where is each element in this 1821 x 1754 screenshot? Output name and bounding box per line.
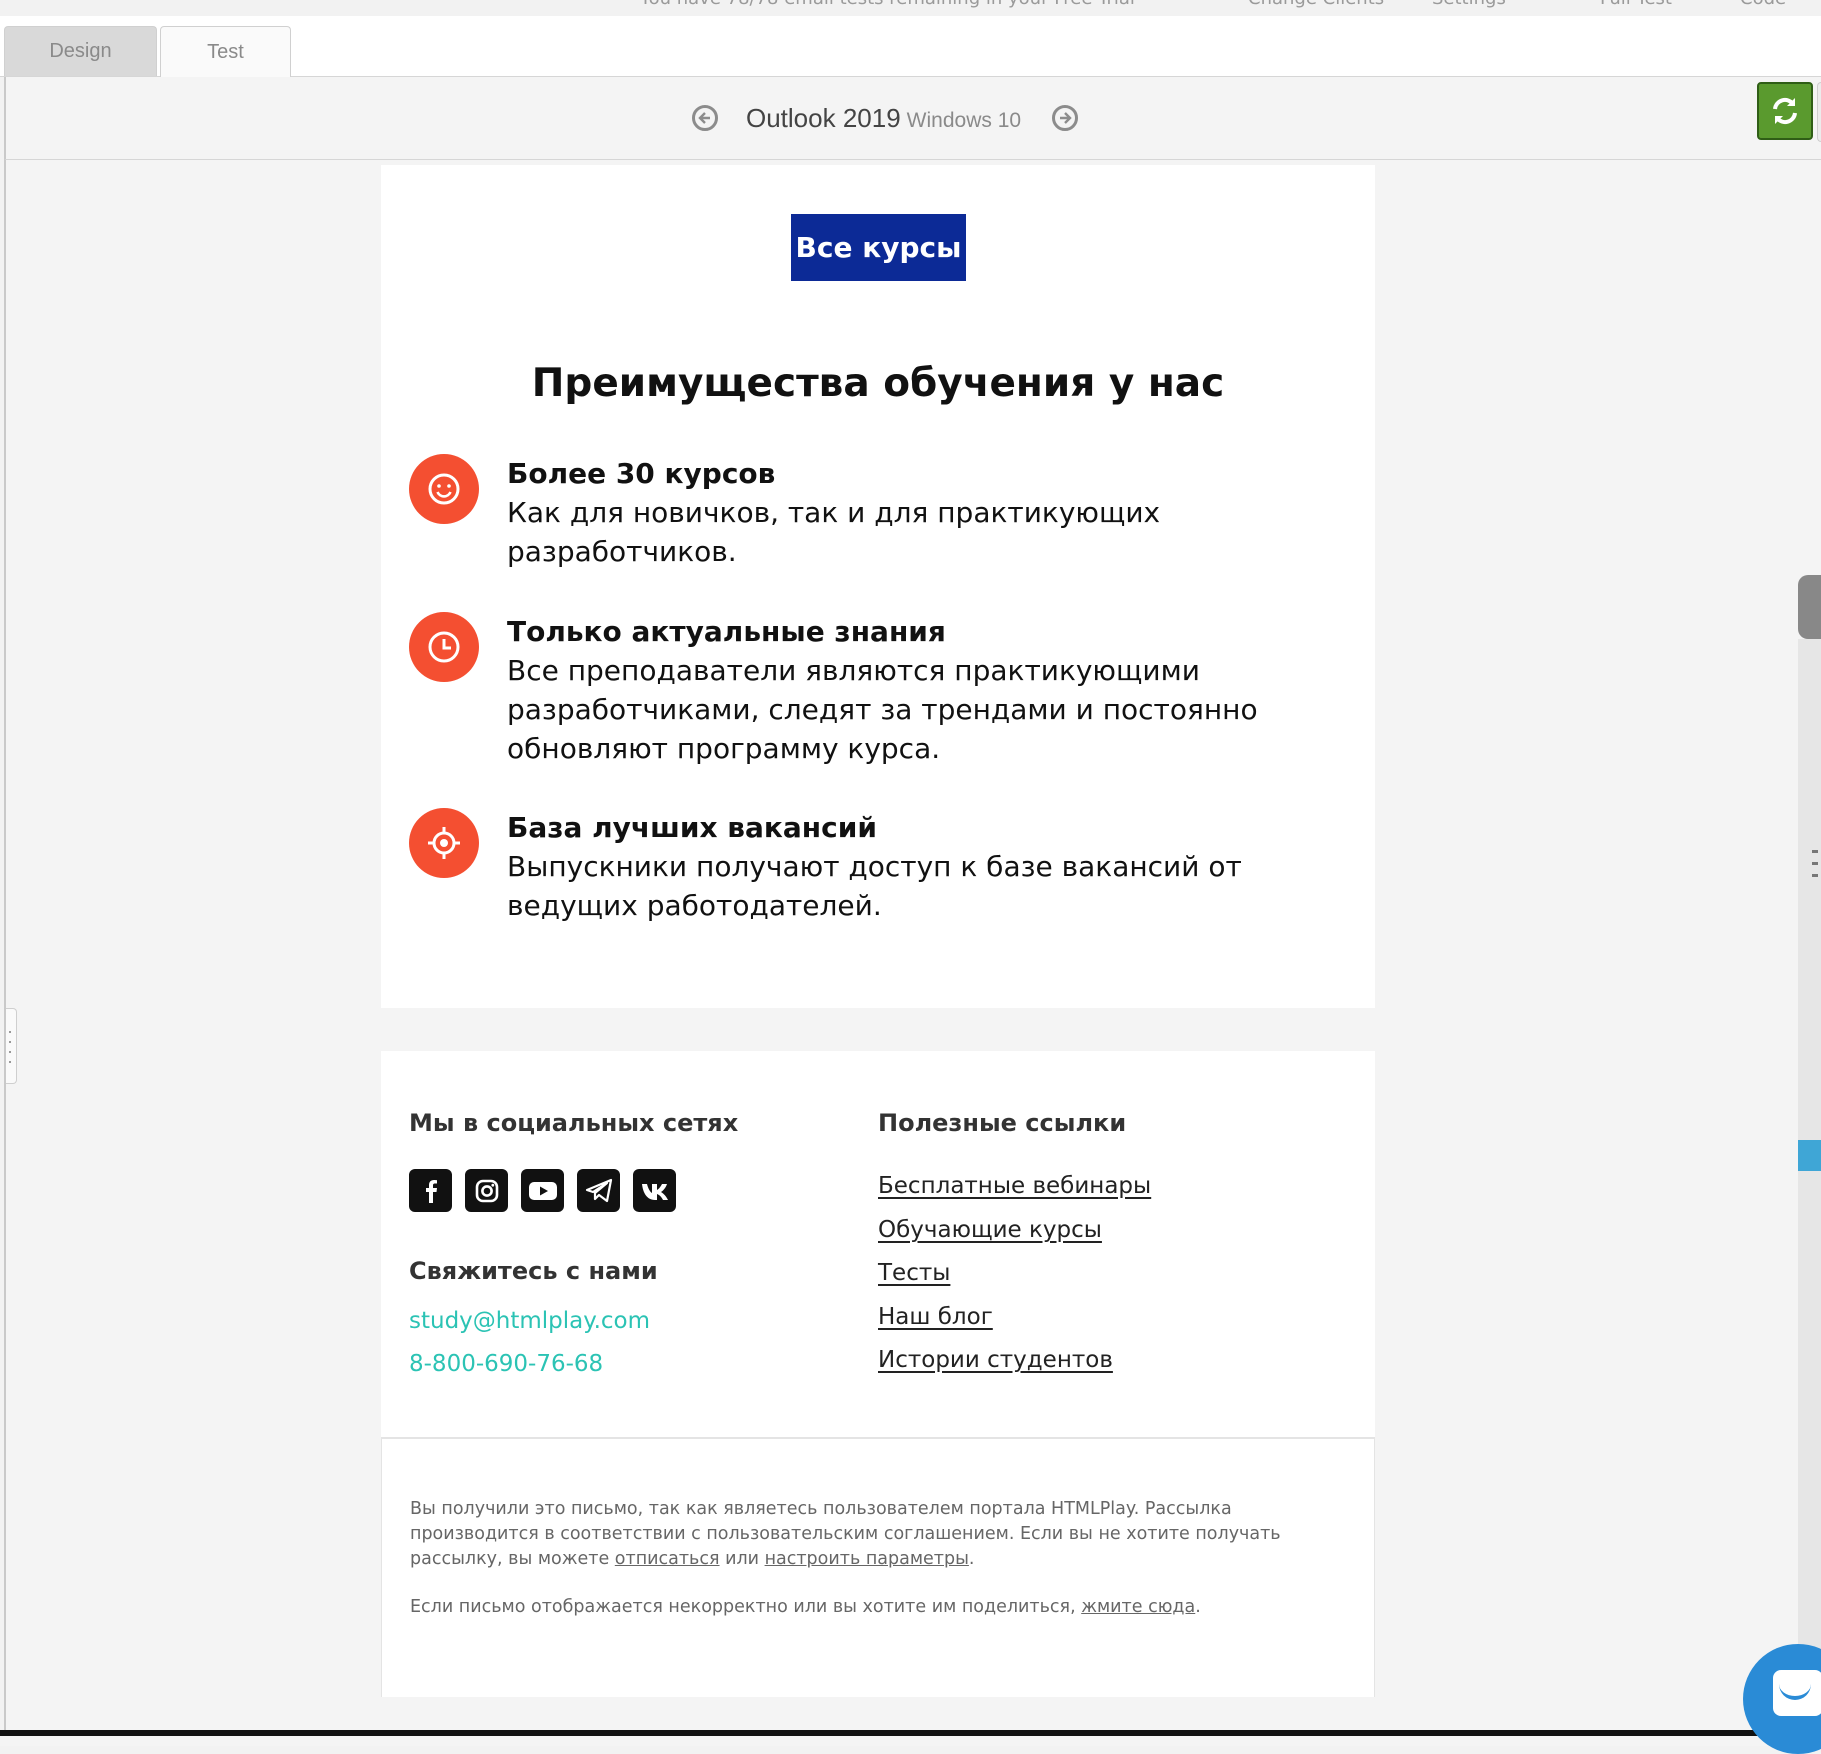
- social-icons: [409, 1169, 676, 1212]
- legal-card: Вы получили это письмо, так как являетес…: [381, 1437, 1375, 1697]
- client-title: Outlook 2019 Windows 10: [746, 103, 1021, 134]
- feature-text: Выпускники получают доступ к базе ваканс…: [507, 850, 1242, 883]
- refresh-icon: [1773, 97, 1797, 125]
- all-courses-button[interactable]: Все курсы: [791, 214, 966, 281]
- target-icon: [409, 808, 479, 878]
- code-button[interactable]: Code: [1740, 0, 1786, 9]
- smile-icon: [409, 454, 479, 524]
- contact-email-link[interactable]: study@htmlplay.com: [409, 1308, 650, 1334]
- top-toolbar: You have 78/78 email tests remaining in …: [0, 0, 1821, 16]
- feature-title: Более 30 курсов: [507, 457, 776, 490]
- feature-text: разработчиками, следят за трендами и пос…: [507, 693, 1258, 726]
- facebook-icon[interactable]: [409, 1169, 452, 1212]
- unsubscribe-link[interactable]: отписаться: [615, 1549, 720, 1569]
- footer-link-tests[interactable]: Тесты: [878, 1260, 950, 1286]
- links-title: Полезные ссылки: [878, 1109, 1127, 1137]
- feature-title: Только актуальные знания: [507, 615, 946, 648]
- resize-handle[interactable]: [6, 1008, 17, 1084]
- footer-link-blog[interactable]: Наш блог: [878, 1304, 993, 1330]
- tab-test[interactable]: Test: [160, 26, 291, 77]
- client-name: Outlook 2019: [746, 103, 901, 133]
- feature-title: База лучших вакансий: [507, 811, 877, 844]
- refresh-button[interactable]: [1757, 82, 1813, 140]
- telegram-icon[interactable]: [577, 1169, 620, 1212]
- benefits-card: Все курсы Преимущества обучения у нас Бо…: [381, 165, 1375, 1008]
- footer-link-stories[interactable]: Истории студентов: [878, 1347, 1113, 1373]
- email-content: Все курсы Преимущества обучения у нас Бо…: [381, 165, 1375, 1697]
- feature-text: Все преподаватели являются практикующими: [507, 654, 1200, 687]
- change-clients-button[interactable]: Change Clients: [1248, 0, 1384, 9]
- instagram-icon[interactable]: [465, 1169, 508, 1212]
- settings-link[interactable]: настроить параметры: [765, 1549, 969, 1569]
- previous-client-button[interactable]: [692, 105, 718, 131]
- contact-title: Свяжитесь с нами: [409, 1257, 658, 1285]
- legal-text: Вы получили это письмо, так как являетес…: [410, 1499, 1281, 1569]
- tab-design[interactable]: Design: [4, 26, 157, 76]
- contact-phone-link[interactable]: 8-800-690-76-68: [409, 1351, 603, 1377]
- legal-share-text: Если письмо отображается некорректно или…: [410, 1597, 1201, 1617]
- footer-link-courses[interactable]: Обучающие курсы: [878, 1217, 1102, 1243]
- client-navigation-bar: Outlook 2019 Windows 10: [4, 77, 1821, 160]
- footer-card: Мы в социальных сетях Свяжитесь с нами s…: [381, 1051, 1375, 1437]
- clock-icon: [409, 612, 479, 682]
- feature-text: обновляют программу курса.: [507, 732, 941, 765]
- youtube-icon[interactable]: [521, 1169, 564, 1212]
- section-title: Преимущества обучения у нас: [531, 361, 1225, 406]
- vk-icon[interactable]: [633, 1169, 676, 1212]
- side-panel-button[interactable]: [1817, 82, 1821, 142]
- settings-button[interactable]: Settings: [1432, 0, 1506, 9]
- side-marker: [1798, 1140, 1821, 1171]
- drag-handle-icon[interactable]: [1812, 850, 1821, 900]
- chat-icon: [1773, 1670, 1821, 1716]
- feature-text: разработчиков.: [507, 535, 737, 568]
- footer-link-webinars[interactable]: Бесплатные вебинары: [878, 1173, 1151, 1199]
- tab-bar: Design Test: [0, 16, 1821, 77]
- arrow-left-icon: [698, 112, 710, 124]
- client-os: Windows 10: [906, 109, 1022, 132]
- full-test-button[interactable]: Full Test: [1600, 0, 1672, 9]
- click-here-link[interactable]: жмите сюда: [1081, 1597, 1195, 1617]
- trial-text: You have 78/78 email tests remaining in …: [640, 0, 1135, 9]
- feature-text: ведущих работодателей.: [507, 889, 882, 922]
- next-client-button[interactable]: [1052, 105, 1078, 131]
- side-scrollbar[interactable]: [1798, 639, 1821, 1739]
- arrow-right-icon: [1060, 112, 1072, 124]
- social-title: Мы в социальных сетях: [409, 1109, 739, 1137]
- side-panel-tab[interactable]: [1798, 575, 1821, 639]
- feature-text: Как для новичков, так и для практикующих: [507, 496, 1161, 529]
